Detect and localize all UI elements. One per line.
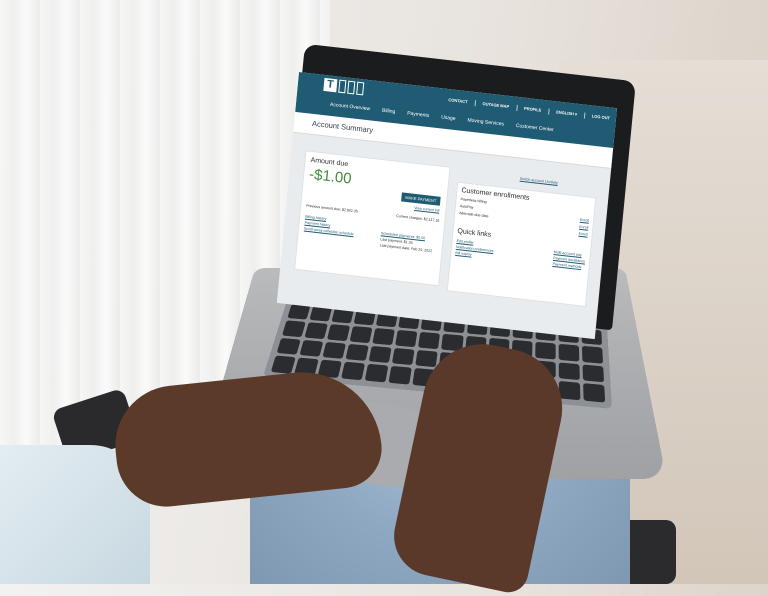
keyboard-key[interactable]	[341, 362, 365, 380]
enrollment-label: AutoPay	[460, 204, 474, 210]
keyboard-key[interactable]	[559, 381, 581, 400]
quick-links-right: Multi-account pay Payment assistance Pay…	[552, 249, 586, 271]
nav-divider	[474, 100, 476, 106]
activity-link[interactable]: Activity	[546, 180, 558, 185]
outage-map-link[interactable]: OUTAGE MAP	[482, 101, 509, 110]
keyboard-key[interactable]	[559, 362, 580, 380]
tab-usage[interactable]: Usage	[441, 114, 456, 122]
tab-billing[interactable]: Billing	[382, 108, 396, 115]
switch-account-link[interactable]: Switch account	[520, 177, 544, 184]
nav-divider	[548, 108, 550, 114]
keyboard-key[interactable]	[327, 324, 350, 341]
laptop-screen: T CONTACT OUTAGE MAP PROFILE ENGLISH ▾ L…	[277, 72, 617, 339]
enroll-link[interactable]: Enroll	[579, 225, 589, 230]
nav-divider	[584, 113, 586, 119]
logout-link[interactable]: LOG OUT	[592, 113, 611, 121]
chevron-down-icon: ▾	[575, 112, 577, 117]
keyboard-key[interactable]	[395, 330, 417, 347]
amount-due-card: Amount due -$1.00 MAKE PAYMENT View curr…	[294, 150, 451, 286]
account-switcher: Switch account | Activity	[520, 177, 558, 185]
previous-amount-due: Previous amount due: $2,802.35	[306, 204, 358, 214]
enroll-link[interactable]: Enroll	[578, 232, 588, 237]
keyboard-key[interactable]	[583, 383, 605, 402]
keyboard-key[interactable]	[559, 344, 580, 362]
billing-links: Billing history Payment history Scroll-a…	[304, 214, 355, 238]
keyboard-key[interactable]	[582, 364, 604, 382]
enrollments-card: Customer enrollments Paperless billing A…	[447, 182, 597, 307]
payment-summary: Scheduled payments: $0.00 Last payment: …	[379, 230, 433, 254]
keyboard-key[interactable]	[271, 356, 296, 374]
quick-links-left: Edit profile Notification preferences Bi…	[455, 238, 494, 260]
keyboard-key[interactable]	[365, 364, 389, 382]
logo-bar-icon	[347, 81, 355, 95]
keyboard-key[interactable]	[282, 320, 306, 337]
keyboard-key[interactable]	[322, 342, 346, 359]
logo-letter: T	[323, 78, 337, 92]
profile-link[interactable]: PROFILE	[524, 106, 542, 114]
keyboard-key[interactable]	[277, 338, 301, 355]
contact-link[interactable]: CONTACT	[448, 97, 468, 105]
language-select[interactable]: ENGLISH ▾	[556, 109, 577, 117]
enroll-link[interactable]: Enroll	[580, 218, 590, 223]
keyboard-key[interactable]	[299, 340, 323, 357]
enrollment-label: Paperless billing	[460, 197, 486, 204]
current-charges: Current charges: $2,117.16	[396, 214, 440, 223]
enrollment-label: Alternate due date	[459, 211, 489, 218]
keyboard-key[interactable]	[535, 342, 556, 359]
keyboard-key[interactable]	[392, 348, 415, 366]
keyboard-key[interactable]	[418, 332, 440, 349]
tab-moving-services[interactable]: Moving Services	[467, 117, 504, 127]
language-label: ENGLISH	[556, 109, 574, 116]
keyboard-key[interactable]	[350, 326, 373, 343]
tab-payments[interactable]: Payments	[407, 111, 430, 119]
keyboard-key[interactable]	[389, 366, 412, 384]
keyboard-key[interactable]	[416, 350, 439, 368]
keyboard-key[interactable]	[373, 328, 396, 345]
logo-bar-icon	[356, 82, 364, 96]
logo-bar-icon	[338, 80, 346, 94]
nav-divider	[516, 105, 518, 111]
site-logo[interactable]: T	[323, 78, 364, 95]
keyboard-key[interactable]	[304, 322, 328, 339]
keyboard-key[interactable]	[346, 344, 369, 362]
keyboard-key[interactable]	[369, 346, 392, 364]
tab-customer-center[interactable]: Customer Center	[516, 123, 554, 133]
view-current-bill-link[interactable]: View current bill	[414, 206, 440, 213]
tab-account-overview[interactable]: Account Overview	[330, 102, 371, 113]
keyboard-key[interactable]	[582, 346, 603, 364]
